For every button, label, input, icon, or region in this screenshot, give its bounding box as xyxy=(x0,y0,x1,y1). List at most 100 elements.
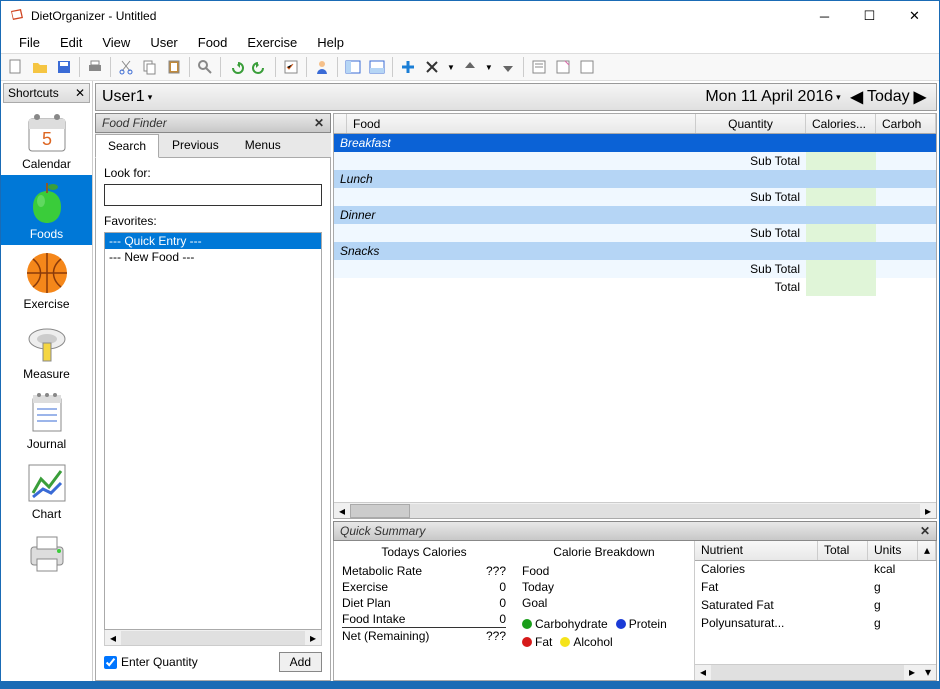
tab-previous[interactable]: Previous xyxy=(159,133,232,157)
col-qty-header[interactable]: Quantity xyxy=(696,114,806,133)
new-icon[interactable] xyxy=(5,56,27,78)
layout-bottom-icon[interactable] xyxy=(366,56,388,78)
shortcut-journal[interactable]: Journal xyxy=(1,385,92,455)
legend-fat: Fat xyxy=(522,635,552,649)
favorites-list[interactable]: --- Quick Entry --- --- New Food --- xyxy=(104,232,322,630)
enter-quantity-checkbox[interactable] xyxy=(104,656,117,669)
printer-icon xyxy=(23,529,71,577)
prev-day-button[interactable]: ◀ xyxy=(847,87,867,107)
print-icon[interactable] xyxy=(84,56,106,78)
titlebar: DietOrganizer - Untitled ─ ☐ ✕ xyxy=(1,1,939,31)
move-down-icon[interactable] xyxy=(497,56,519,78)
nutrient-col-total[interactable]: Total xyxy=(818,541,868,560)
look-for-input[interactable] xyxy=(104,184,322,206)
scroll-up-icon[interactable]: ▴ xyxy=(918,541,936,560)
note2-icon[interactable] xyxy=(552,56,574,78)
meal-row-lunch[interactable]: Lunch xyxy=(334,170,936,188)
favorites-label: Favorites: xyxy=(104,214,322,228)
menu-edit[interactable]: Edit xyxy=(50,33,92,52)
scrollbar-track[interactable] xyxy=(711,665,904,680)
tab-search[interactable]: Search xyxy=(95,134,159,158)
undo-icon[interactable] xyxy=(225,56,247,78)
subtotal-row: Sub Total xyxy=(334,188,936,206)
scroll-left-icon[interactable]: ◂ xyxy=(695,665,711,680)
menu-view[interactable]: View xyxy=(92,33,140,52)
shortcut-print[interactable] xyxy=(1,525,92,581)
note1-icon[interactable] xyxy=(528,56,550,78)
user-icon[interactable] xyxy=(311,56,333,78)
scroll-down-icon[interactable]: ▾ xyxy=(920,665,936,680)
menu-user[interactable]: User xyxy=(140,33,187,52)
next-day-button[interactable]: ▶ xyxy=(910,87,930,107)
shortcuts-header: Shortcuts ✕ xyxy=(3,83,90,103)
favorite-item[interactable]: --- Quick Entry --- xyxy=(105,233,321,249)
look-for-label: Look for: xyxy=(104,166,322,180)
layout-side-icon[interactable] xyxy=(342,56,364,78)
menu-help[interactable]: Help xyxy=(307,33,354,52)
shortcut-exercise[interactable]: Exercise xyxy=(1,245,92,315)
add-icon[interactable] xyxy=(397,56,419,78)
todays-calories-section: Todays Calories Metabolic Rate??? Exerci… xyxy=(334,541,514,680)
shortcuts-panel: Shortcuts ✕ 5 Calendar Foods Exercise Me… xyxy=(1,81,93,681)
nutrient-col-units[interactable]: Units xyxy=(868,541,918,560)
food-log-table: Food Quantity Calories... Carboh Breakfa… xyxy=(333,113,937,519)
food-finder-close-icon[interactable]: ✕ xyxy=(314,116,324,130)
redo-icon[interactable] xyxy=(249,56,271,78)
maximize-button[interactable]: ☐ xyxy=(847,2,892,30)
shortcut-foods[interactable]: Foods xyxy=(1,175,92,245)
cut-icon[interactable] xyxy=(115,56,137,78)
shortcut-measure[interactable]: Measure xyxy=(1,315,92,385)
tab-menus[interactable]: Menus xyxy=(232,133,294,157)
today-button[interactable]: Today xyxy=(867,88,910,106)
food-finder-panel: Food Finder ✕ Search Previous Menus Look… xyxy=(95,113,331,681)
user-dropdown[interactable]: User1 ▾ xyxy=(102,88,152,106)
nutrient-col-name[interactable]: Nutrient xyxy=(695,541,818,560)
shortcut-calendar[interactable]: 5 Calendar xyxy=(1,105,92,175)
nutrient-row[interactable]: Calorieskcal xyxy=(695,561,936,579)
scroll-left-icon[interactable]: ◂ xyxy=(334,504,350,518)
date-dropdown[interactable]: Mon 11 April 2016 ▾ xyxy=(705,88,840,106)
nutrient-row[interactable]: Fatg xyxy=(695,579,936,597)
nutrient-row[interactable]: Saturated Fatg xyxy=(695,597,936,615)
menu-file[interactable]: File xyxy=(9,33,50,52)
shortcuts-close-icon[interactable]: ✕ xyxy=(75,86,85,100)
move-up-icon[interactable] xyxy=(459,56,481,78)
col-carb-header[interactable]: Carboh xyxy=(876,114,936,133)
save-icon[interactable] xyxy=(53,56,75,78)
legend-alcohol: Alcohol xyxy=(560,635,612,649)
svg-text:5: 5 xyxy=(41,129,51,149)
nutrient-row[interactable]: Polyunsaturat...g xyxy=(695,615,936,633)
scrollbar-track[interactable] xyxy=(121,631,305,645)
col-cal-header[interactable]: Calories... xyxy=(806,114,876,133)
meal-row-dinner[interactable]: Dinner xyxy=(334,206,936,224)
food-finder-title: Food Finder ✕ xyxy=(95,113,331,133)
meal-row-snacks[interactable]: Snacks xyxy=(334,242,936,260)
quick-summary-title: Quick Summary ✕ xyxy=(333,521,937,541)
search-icon[interactable] xyxy=(194,56,216,78)
close-button[interactable]: ✕ xyxy=(892,2,937,30)
delete-icon[interactable] xyxy=(421,56,443,78)
scroll-right-icon[interactable]: ▸ xyxy=(920,504,936,518)
menu-exercise[interactable]: Exercise xyxy=(237,33,307,52)
note3-icon[interactable] xyxy=(576,56,598,78)
favorite-item[interactable]: --- New Food --- xyxy=(105,249,321,265)
checklist-icon[interactable] xyxy=(280,56,302,78)
copy-icon[interactable] xyxy=(139,56,161,78)
quick-summary-close-icon[interactable]: ✕ xyxy=(920,524,930,538)
user-date-bar: User1 ▾ Mon 11 April 2016 ▾ ◀ Today ▶ xyxy=(95,83,937,111)
menu-food[interactable]: Food xyxy=(188,33,238,52)
open-icon[interactable] xyxy=(29,56,51,78)
add-button[interactable]: Add xyxy=(279,652,322,672)
total-row: Total xyxy=(334,278,936,296)
shortcut-chart[interactable]: Chart xyxy=(1,455,92,525)
scroll-right-icon[interactable]: ▸ xyxy=(904,665,920,680)
paste-icon[interactable] xyxy=(163,56,185,78)
meal-row-breakfast[interactable]: Breakfast xyxy=(334,134,936,152)
scroll-left-icon[interactable]: ◂ xyxy=(105,631,121,645)
minimize-button[interactable]: ─ xyxy=(802,2,847,30)
col-food-header[interactable]: Food xyxy=(347,114,696,133)
scroll-right-icon[interactable]: ▸ xyxy=(305,631,321,645)
chart-icon xyxy=(23,459,71,507)
subtotal-row: Sub Total xyxy=(334,260,936,278)
scrollbar-track[interactable] xyxy=(350,504,920,518)
